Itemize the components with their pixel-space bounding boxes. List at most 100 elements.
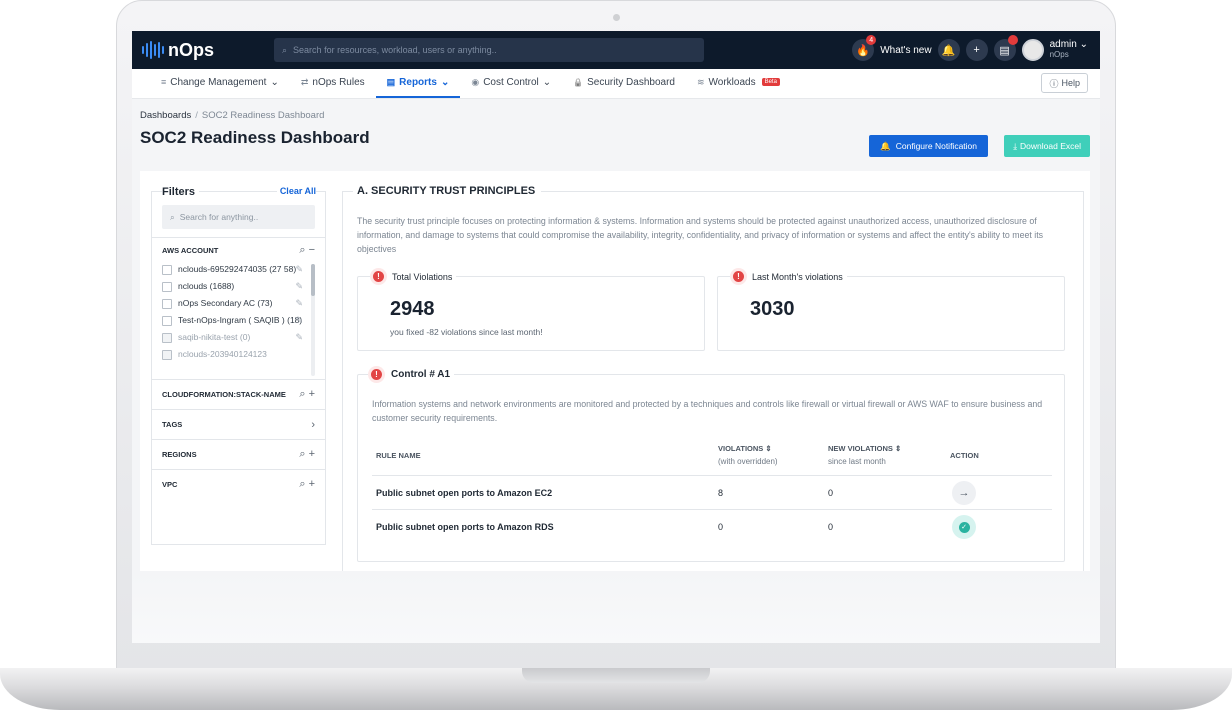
checkbox[interactable] <box>162 299 172 309</box>
account-option[interactable]: saqib-nikita-test (0) ✎ <box>152 329 325 346</box>
nav-label: nOps Rules <box>312 76 365 88</box>
logo-text: nOps <box>168 39 215 60</box>
account-option[interactable]: Test-nOps-Ingram ( SAQIB ) (18) ✎ <box>152 312 325 329</box>
add-button[interactable]: + <box>965 39 988 61</box>
breadcrumb: Dashboards / SOC2 Readiness Dashboard <box>140 110 1092 121</box>
account-label: nclouds-695292474035 (27 58) <box>178 264 297 274</box>
filter-section-cloudformation[interactable]: CLOUDFORMATION:STACK-NAME ⌕ + <box>152 379 325 409</box>
edit-icon[interactable]: ✎ <box>295 298 303 309</box>
col-action: ACTION <box>950 451 979 460</box>
table-row: Public subnet open ports to Amazon EC2 8… <box>372 475 1052 509</box>
filter-section-tags[interactable]: TAGS › <box>152 409 325 439</box>
new-violations-cell: 0 <box>828 488 834 498</box>
check-circle-icon[interactable]: ✓ <box>952 515 976 539</box>
nav-label: Change Management <box>170 76 267 88</box>
account-label: nclouds (1688) <box>178 281 235 291</box>
edit-icon[interactable]: ✎ <box>295 264 303 275</box>
arrow-right-icon[interactable]: → <box>952 481 976 505</box>
page-body: Dashboards / SOC2 Readiness Dashboard SOC2… <box>132 99 1100 643</box>
nav-change-management[interactable]: ≡ Change Management ⌄ <box>150 68 290 98</box>
chevron-right-icon[interactable]: › <box>311 419 315 431</box>
download-excel-button[interactable]: ⤓ Download Excel <box>1004 135 1090 157</box>
nav-label: Workloads <box>708 76 756 88</box>
filter-scrollbar[interactable] <box>311 264 315 376</box>
topbar-actions: 🔥 4 What's new 🔔 + ▤ admin ⌄ nOps <box>852 31 1088 69</box>
question-icon: ⓘ <box>1049 78 1059 89</box>
nav-label: Reports <box>399 76 437 88</box>
checkbox[interactable] <box>162 282 172 292</box>
whats-new-link[interactable]: What's new <box>880 45 931 56</box>
bell-icon: 🔔 <box>880 140 891 151</box>
edit-icon[interactable]: ✎ <box>295 281 303 292</box>
filter-search-placeholder: Search for anything.. <box>179 212 259 222</box>
swap-icon: ⇄ <box>300 76 309 87</box>
filter-search-input[interactable]: ⌕ Search for anything.. <box>162 205 315 229</box>
fire-badge: 4 <box>866 35 877 45</box>
control-a1-card: ! Control # A1 Information systems and n… <box>357 366 1065 562</box>
avatar[interactable] <box>1021 39 1044 61</box>
total-violations-sub: you fixed -82 violations since last mont… <box>390 327 543 337</box>
chevron-down-icon: ⌄ <box>440 76 450 88</box>
table-row: Public subnet open ports to Amazon RDS 0… <box>372 509 1052 543</box>
nav-nops-rules[interactable]: ⇄ nOps Rules <box>290 68 376 98</box>
account-option[interactable]: nclouds-203940124123 <box>152 346 325 363</box>
nav-reports[interactable]: ▤ Reports ⌄ <box>375 68 461 98</box>
nav-cost-control[interactable]: ◉ Cost Control ⌄ <box>460 68 562 98</box>
total-violations-value: 2948 <box>390 298 435 320</box>
col-new-violations[interactable]: NEW VIOLATIONS ⇕ since last month <box>828 442 901 468</box>
section-title: A. SECURITY TRUST PRINCIPLES <box>353 185 542 197</box>
control-description: Information systems and network environm… <box>372 399 1043 423</box>
fire-button[interactable]: 🔥 4 <box>852 35 877 61</box>
breadcrumb-separator: / <box>195 110 198 121</box>
section-label: VPC <box>162 480 178 489</box>
camera-dot <box>613 14 620 21</box>
aws-account-label: AWS ACCOUNT <box>162 246 219 255</box>
report-icon: ▤ <box>386 76 396 87</box>
search-add-icon[interactable]: ⌕ + <box>299 448 315 461</box>
security-principles-panel: A. SECURITY TRUST PRINCIPLES The securit… <box>342 185 1084 571</box>
edit-icon[interactable]: ✎ <box>295 315 303 326</box>
user-menu[interactable]: admin ⌄ nOps <box>1050 40 1088 60</box>
filters-panel: Filters Clear All ⌕ Search for anything.… <box>151 186 326 545</box>
nav-security-dashboard[interactable]: 🔒 Security Dashboard <box>562 68 686 98</box>
scrollbar-thumb[interactable] <box>311 264 315 296</box>
stat-label: ! Total Violations <box>370 268 457 285</box>
checkbox[interactable] <box>162 333 172 343</box>
checkbox[interactable] <box>162 350 172 360</box>
nav-workloads[interactable]: ≋ Workloads Beta <box>686 68 791 98</box>
clear-all-link[interactable]: Clear All <box>276 186 316 198</box>
breadcrumb-root[interactable]: Dashboards <box>140 110 191 121</box>
account-option[interactable]: nOps Secondary AC (73) ✎ <box>152 295 325 312</box>
filter-section-regions[interactable]: REGIONS ⌕ + <box>152 439 325 469</box>
search-add-icon[interactable]: ⌕ + <box>299 478 315 491</box>
user-name: admin <box>1049 39 1077 50</box>
edit-icon[interactable]: ✎ <box>295 332 303 343</box>
aws-account-filter: AWS ACCOUNT ⌕ − nclouds-695292474035 (27… <box>152 237 325 379</box>
top-bar: nOps ⌕ Search for resources, workload, u… <box>132 31 1100 69</box>
chevron-down-icon: ⌄ <box>542 76 552 88</box>
coin-icon: ◉ <box>471 76 480 87</box>
filter-section-vpc[interactable]: VPC ⌕ + <box>152 469 325 499</box>
checkbox[interactable] <box>162 265 172 275</box>
account-option[interactable]: nclouds-695292474035 (27 58) ✎ <box>152 261 325 278</box>
account-option[interactable]: nclouds (1688) ✎ <box>152 278 325 295</box>
col-violations[interactable]: VIOLATIONS ⇕ (with overridden) <box>718 442 778 468</box>
help-label: Help <box>1061 78 1080 88</box>
user-org: nOps <box>1049 50 1069 59</box>
col-rule-name: RULE NAME <box>376 451 421 460</box>
help-button[interactable]: ⓘ Help <box>1041 73 1088 93</box>
checkbox[interactable] <box>162 316 172 326</box>
notifications-button[interactable]: 🔔 <box>937 39 960 61</box>
nops-logo[interactable]: nOps <box>142 40 274 61</box>
global-search-input[interactable]: ⌕ Search for resources, workload, users … <box>274 38 704 62</box>
search-add-icon[interactable]: ⌕ + <box>299 388 315 401</box>
last-month-label: Last Month's violations <box>752 271 843 282</box>
configure-label: Configure Notification <box>895 141 977 151</box>
chevron-down-icon: ⌄ <box>270 76 279 88</box>
configure-notification-button[interactable]: 🔔 Configure Notification <box>869 135 988 157</box>
main-nav: ≡ Change Management ⌄ ⇄ nOps Rules ▤ Rep… <box>132 69 1100 99</box>
chevron-down-icon: ⌄ <box>1076 39 1088 50</box>
tasks-button[interactable]: ▤ <box>993 35 1018 61</box>
control-label: ! Control # A1 <box>368 366 455 383</box>
search-collapse-icons[interactable]: ⌕ − <box>299 244 315 257</box>
